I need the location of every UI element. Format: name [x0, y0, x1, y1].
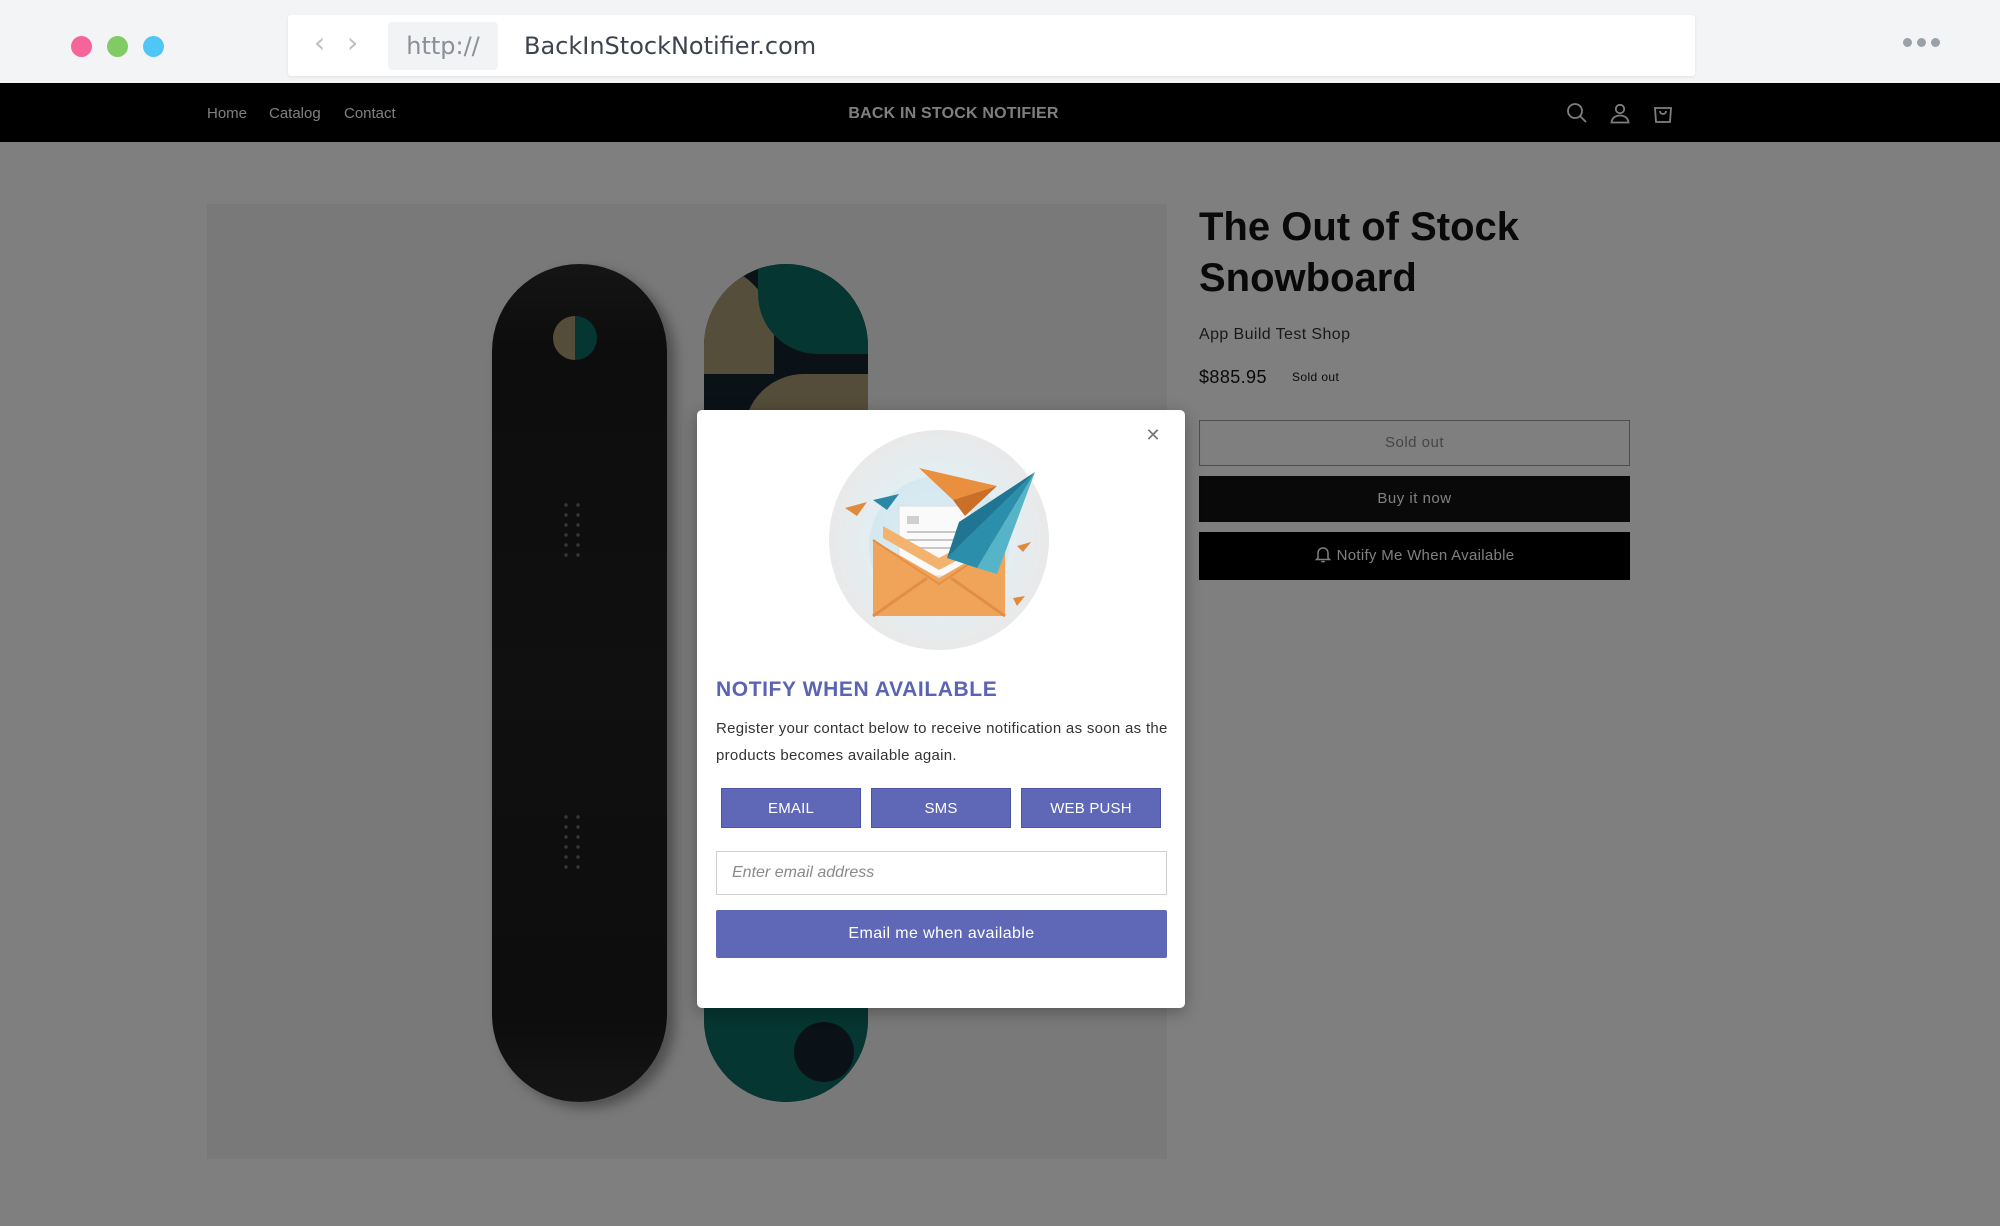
notify-modal: ✕ NOTIFY WHEN AVAILABLE Register your co… — [697, 410, 1185, 1008]
window-maximize-dot[interactable] — [107, 36, 128, 57]
window-minimize-dot[interactable] — [143, 36, 164, 57]
channel-web-push-button[interactable]: WEB PUSH — [1021, 788, 1161, 828]
close-icon[interactable]: ✕ — [1143, 426, 1163, 446]
channel-sms-button[interactable]: SMS — [871, 788, 1011, 828]
modal-description: Register your contact below to receive n… — [716, 720, 1168, 764]
address-bar[interactable] — [288, 15, 1695, 76]
email-input[interactable] — [716, 851, 1167, 895]
more-dots-icon[interactable] — [1903, 38, 1940, 47]
window-close-dot[interactable] — [71, 36, 92, 57]
url-protocol: http:// — [388, 22, 498, 70]
modal-title: NOTIFY WHEN AVAILABLE — [716, 678, 998, 701]
url-text[interactable]: BackInStockNotifier.com — [524, 29, 816, 63]
chevron-right-icon[interactable]: › — [347, 28, 365, 58]
channel-email-button[interactable]: EMAIL — [721, 788, 861, 828]
email-me-button[interactable]: Email me when available — [716, 910, 1167, 958]
browser-chrome: ‹ › http:// BackInStockNotifier.com — [0, 0, 2000, 83]
envelope-illustration — [829, 430, 1049, 650]
chevron-left-icon[interactable]: ‹ — [314, 28, 332, 58]
